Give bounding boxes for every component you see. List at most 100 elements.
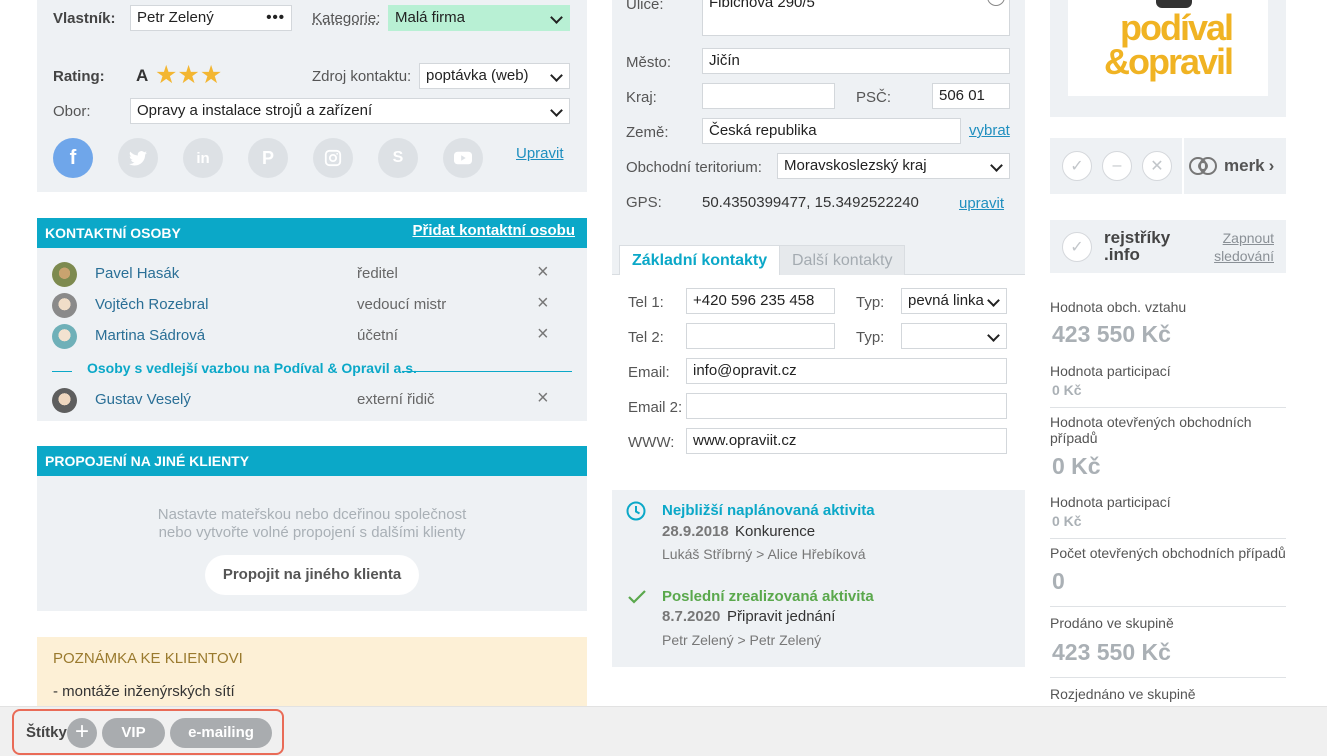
tags-bar: Štítky + VIP e-mailing: [0, 706, 1327, 756]
next-activity-title[interactable]: Nejbližší naplánovaná aktivita: [662, 502, 875, 519]
www-value: www.opraviit.cz: [693, 432, 797, 449]
contact-name[interactable]: Gustav Veselý: [95, 391, 191, 408]
stat-label: Počet otevřených obchodních případů: [1050, 545, 1286, 561]
stat-value: 0: [1052, 568, 1065, 594]
territory-label: Obchodní teritorium:: [626, 159, 762, 176]
tag-vip[interactable]: VIP: [102, 718, 165, 748]
rating-value: A: [136, 66, 149, 85]
last-activity-title[interactable]: Poslední zrealizovaná aktivita: [662, 588, 874, 605]
twitter-icon[interactable]: [118, 138, 158, 178]
field-select[interactable]: Opravy a instalace strojů a zařízení: [130, 98, 570, 124]
source-select[interactable]: poptávka (web): [419, 63, 570, 89]
stat-label: Hodnota participací: [1050, 363, 1171, 379]
linking-hint: Nastavte mateřskou nebo dceřinou společn…: [37, 506, 587, 542]
stat-label: Rozjednáno ve skupině: [1050, 686, 1196, 702]
remove-icon[interactable]: ×: [537, 323, 549, 346]
country-field[interactable]: Česká republika: [702, 118, 961, 144]
remove-icon[interactable]: ×: [537, 292, 549, 315]
type2-select[interactable]: [901, 323, 1007, 349]
gps-edit-link[interactable]: upravit: [959, 195, 1004, 212]
email-field[interactable]: info@opravit.cz: [686, 358, 1007, 384]
skype-icon[interactable]: S: [378, 138, 418, 178]
note-panel: [37, 637, 587, 717]
email2-field[interactable]: [686, 393, 1007, 419]
contact-row[interactable]: Martina Sádrová účetní ×: [37, 321, 587, 352]
country-value: Česká republika: [709, 122, 817, 139]
add-tag-button[interactable]: +: [67, 718, 97, 748]
facebook-icon[interactable]: f: [53, 138, 93, 178]
follow-line2[interactable]: sledování: [1196, 247, 1274, 265]
tags-label: Štítky: [26, 724, 67, 741]
star-icon[interactable]: ★: [155, 61, 177, 89]
avatar: [52, 324, 77, 349]
www-label: WWW:: [628, 434, 675, 451]
divider: [1050, 407, 1286, 408]
tab-basic-contacts[interactable]: Základní kontakty: [619, 245, 781, 276]
divider: [1050, 538, 1286, 539]
city-field[interactable]: Jičín: [702, 48, 1010, 74]
type1-select[interactable]: pevná linka: [901, 288, 1007, 314]
more-icon[interactable]: •••: [266, 6, 285, 30]
minus-icon[interactable]: –: [1102, 151, 1132, 181]
country-pick-link[interactable]: vybrat: [969, 122, 1010, 139]
next-activity-date: 28.9.2018: [662, 523, 729, 540]
linking-header: PROPOJENÍ NA JINÉ KLIENTY: [37, 446, 587, 476]
territory-select[interactable]: Moravskoslezský kraj: [777, 153, 1010, 179]
company-logo: podíval &opravil: [1068, 0, 1268, 96]
contact-name[interactable]: Pavel Hasák: [95, 265, 179, 282]
linkedin-icon[interactable]: in: [183, 138, 223, 178]
tel2-field[interactable]: [686, 323, 835, 349]
category-select[interactable]: Malá firma: [388, 5, 570, 31]
remove-icon[interactable]: ×: [537, 387, 549, 410]
tel1-field[interactable]: +420 596 235 458: [686, 288, 835, 314]
last-activity-people: Petr Zelený > Petr Zelený: [662, 632, 822, 648]
info-icon[interactable]: i: [987, 0, 1005, 6]
link-client-button[interactable]: Propojit na jiného klienta: [205, 555, 419, 595]
chevron-right-icon: ›: [1268, 156, 1275, 175]
social-edit-link[interactable]: Upravit: [516, 145, 564, 162]
check-icon[interactable]: ✓: [1062, 151, 1092, 181]
gps-label: GPS:: [626, 194, 662, 211]
www-field[interactable]: www.opraviit.cz: [686, 428, 1007, 454]
note-title: POZNÁMKA KE KLIENTOVI: [53, 650, 243, 667]
merk-link[interactable]: merk ›: [1188, 153, 1274, 179]
follow-line1[interactable]: Zapnout: [1196, 229, 1274, 247]
instagram-icon[interactable]: [313, 138, 353, 178]
check-icon: [628, 590, 646, 604]
owner-field[interactable]: Petr Zelený •••: [130, 5, 292, 31]
close-icon[interactable]: ✕: [1142, 151, 1172, 181]
star-icon[interactable]: ★: [177, 61, 199, 89]
avatar: [52, 293, 77, 318]
stat-label: Hodnota participací: [1050, 494, 1171, 510]
contact-name[interactable]: Vojtěch Rozebral: [95, 296, 208, 313]
add-contact-link[interactable]: Přidat kontaktní osobu: [412, 216, 575, 246]
stat-label: Prodáno ve skupině: [1050, 615, 1174, 631]
tel1-label: Tel 1:: [628, 294, 664, 311]
check-icon[interactable]: ✓: [1062, 232, 1092, 262]
zip-field[interactable]: 506 01: [932, 83, 1010, 109]
note-text: - montáže inženýrských sítí: [53, 683, 235, 700]
rejstriky-logo: rejstříky .info: [1104, 229, 1170, 263]
tab-more-contacts[interactable]: Další kontakty: [779, 245, 906, 275]
follow-link[interactable]: Zapnout sledování: [1196, 229, 1274, 265]
rating-stars[interactable]: ★★★: [155, 60, 222, 90]
tag-emailing[interactable]: e-mailing: [170, 718, 272, 748]
pinterest-icon[interactable]: P: [248, 138, 288, 178]
email-value: info@opravit.cz: [693, 362, 797, 379]
merk-logo-icon: [1189, 157, 1217, 175]
stat-value: 423 550 Kč: [1052, 639, 1171, 665]
contact-row[interactable]: Pavel Hasák ředitel ×: [37, 259, 587, 290]
stat-label: Hodnota obch. vztahu: [1050, 299, 1187, 315]
youtube-icon[interactable]: [443, 138, 483, 178]
contact-name[interactable]: Martina Sádrová: [95, 327, 205, 344]
avatar: [52, 262, 77, 287]
region-field[interactable]: [702, 83, 835, 109]
street-field[interactable]: Fibichova 290/5 i: [702, 0, 1010, 36]
type1-value: pevná linka: [908, 292, 984, 309]
secondary-divider-right: [402, 371, 572, 372]
stat-value: 0 Kč: [1052, 513, 1082, 529]
remove-icon[interactable]: ×: [537, 261, 549, 284]
contact-row[interactable]: Vojtěch Rozebral vedoucí mistr ×: [37, 290, 587, 321]
star-icon[interactable]: ★: [200, 61, 222, 89]
contact-row[interactable]: Gustav Veselý externí řidič ×: [37, 385, 587, 416]
